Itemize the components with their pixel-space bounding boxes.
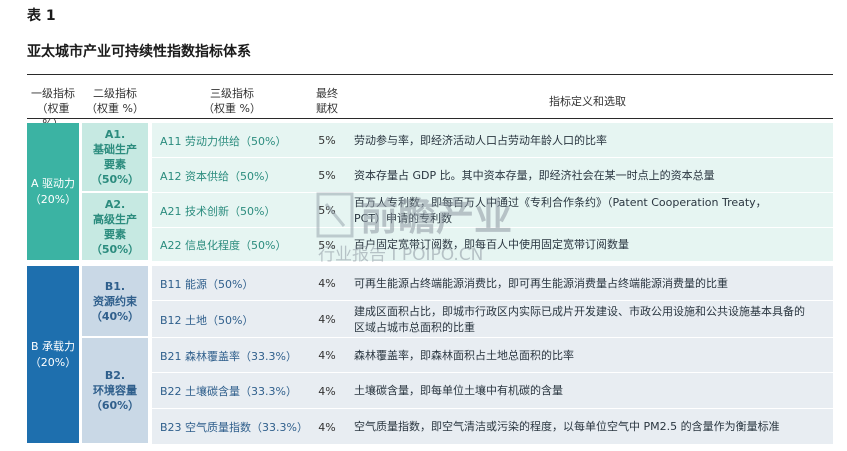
top-rule (27, 74, 833, 75)
definition-cell: 建成区面积占比，即城市行政区内实际已成片开发建设、市政公用设施和公共设施基本具备… (342, 301, 833, 338)
level2-cell: A1. 基础生产 要素 （50%） (82, 123, 148, 191)
indicator-cell: B11 能源（50%） (152, 266, 312, 301)
indicator-cell: B12 土地（50%） (152, 301, 312, 338)
table-title: 亚太城市产业可持续性指数指标体系 (27, 44, 251, 60)
weight-cell: 4% (312, 266, 342, 301)
level2-cell: A2. 高级生产 要素 （50%） (82, 193, 148, 260)
level2-cell: B2. 环境容量 （60%） (82, 338, 148, 443)
level2-cell: B1. 资源约束 （40%） (82, 266, 148, 336)
definition-cell: 百户固定宽带订阅数，即每百人中使用固定宽带订阅数量 (342, 228, 833, 262)
level1-cell: A 驱动力 （20%） (27, 123, 79, 260)
indicator-cell: B22 土壤碳含量（33.3%） (152, 373, 312, 409)
indicator-cell: A21 技术创新（50%） (152, 193, 312, 228)
indicator-cell: A22 信息化程度（50%） (152, 228, 312, 262)
row-divider (152, 444, 833, 445)
table-label: 表 1 (27, 8, 56, 24)
definition-cell: 劳动参与率，即经济活动人口占劳动年龄人口的比率 (342, 123, 833, 158)
weight-cell: 4% (312, 301, 342, 338)
level1-cell: B 承载力 （20%） (27, 266, 79, 443)
definition-cell: 资本存量占 GDP 比。其中资本存量，即经济社会在某一时点上的资本总量 (342, 158, 833, 193)
header-level3: 三级指标 （权重 %） (203, 87, 261, 115)
indicator-cell: B21 森林覆盖率（33.3%） (152, 338, 312, 373)
definition-cell: 森林覆盖率，即森林面积占土地总面积的比率 (342, 338, 833, 373)
header-definition: 指标定义和选取 (549, 95, 626, 108)
indicator-cell: A12 资本供给（50%） (152, 158, 312, 193)
weight-cell: 5% (312, 228, 342, 262)
header-final-weight: 最终 赋权 (316, 87, 338, 115)
indicator-cell: A11 劳动力供给（50%） (152, 123, 312, 158)
definition-cell: 百万人专利数，即每百万人中通过《专利合作条约》（Patent Cooperati… (342, 193, 833, 228)
header-level2: 二级指标 （权重 %） (86, 87, 144, 115)
weight-cell: 5% (312, 193, 342, 228)
weight-cell: 5% (312, 123, 342, 158)
definition-cell: 土壤碳含量，即每单位土壤中有机碳的含量 (342, 373, 833, 409)
row-divider (152, 261, 833, 262)
definition-cell: 空气质量指数，即空气清洁或污染的程度，以每单位空气中 PM2.5 的含量作为衡量… (342, 409, 833, 445)
weight-cell: 4% (312, 409, 342, 445)
weight-cell: 4% (312, 373, 342, 409)
indicator-cell: B23 空气质量指数（33.3%） (152, 409, 312, 445)
weight-cell: 5% (312, 158, 342, 193)
definition-cell: 可再生能源占终端能源消费比，即可再生能源消费量占终端能源消费量的比重 (342, 266, 833, 301)
weight-cell: 4% (312, 338, 342, 373)
header-rule (27, 118, 833, 119)
